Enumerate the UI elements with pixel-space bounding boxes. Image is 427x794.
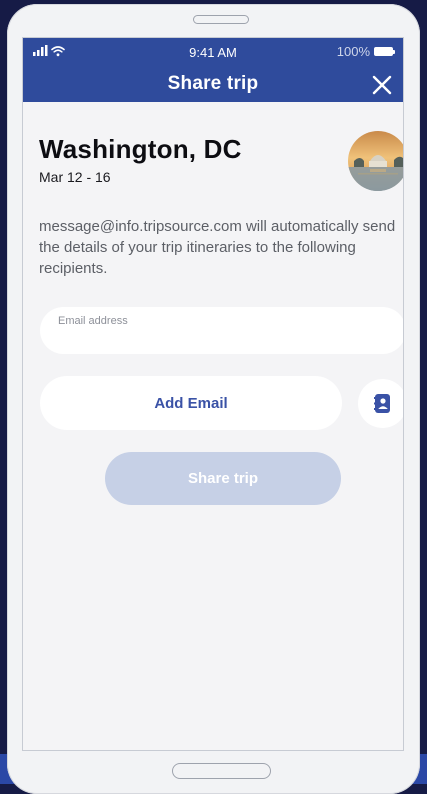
close-button[interactable] [371, 74, 393, 96]
phone-speaker [193, 15, 249, 24]
destination-photo [348, 131, 403, 191]
add-email-button[interactable]: Add Email [40, 376, 342, 430]
home-button[interactable] [172, 763, 271, 779]
share-trip-button[interactable]: Share trip [105, 452, 341, 505]
app-screen: 9:41 AM 100% Share trip Washington, DC M… [22, 37, 404, 751]
trip-title: Washington, DC [39, 134, 242, 164]
close-icon [372, 75, 392, 95]
email-input[interactable] [40, 307, 403, 354]
trip-dates: Mar 12 - 16 [39, 169, 111, 185]
phone-frame: 9:41 AM 100% Share trip Washington, DC M… [7, 4, 420, 794]
contacts-button[interactable] [358, 379, 403, 428]
app-header: 9:41 AM 100% Share trip [23, 38, 403, 102]
contact-book-icon [374, 394, 390, 413]
email-field[interactable]: Email address [40, 307, 403, 354]
recipient-description: message@info.tripsource.com will automat… [39, 218, 396, 277]
status-battery: 100% [337, 44, 395, 59]
battery-percent: 100% [336, 44, 370, 59]
battery-icon [374, 47, 395, 56]
page-title: Share trip [167, 73, 259, 94]
